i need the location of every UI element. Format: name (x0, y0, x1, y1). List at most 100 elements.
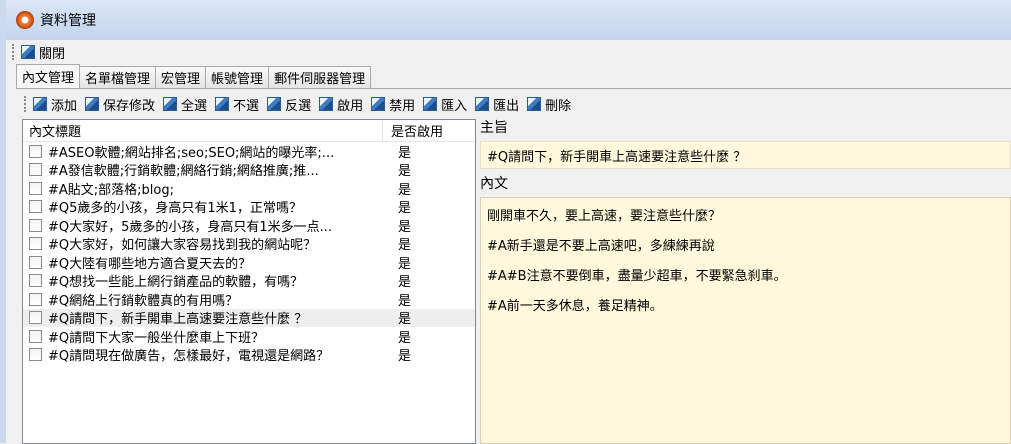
column-header-enabled[interactable]: 是否啟用 (383, 120, 443, 141)
image-icon (163, 97, 178, 111)
row-checkbox[interactable] (29, 237, 42, 251)
tab-label: 名單檔管理 (85, 72, 151, 87)
row-enabled: 是 (398, 275, 412, 291)
row-enabled: 是 (398, 164, 412, 180)
select-all-button[interactable]: 全選 (163, 95, 207, 114)
window-title: 資料管理 (40, 13, 96, 29)
list-item[interactable]: #Q網絡上行銷軟體真的有用嗎？ 是 (23, 290, 475, 309)
close-label: 關閉 (39, 46, 66, 62)
list-item[interactable]: #Q請問下，新手開車上高速要注意些什麼 ？ 是 (23, 308, 475, 328)
add-label: 添加 (51, 98, 78, 114)
tab-list-file-management[interactable]: 名單檔管理 (79, 66, 157, 88)
content-list[interactable]: 內文標題 是否啟用 #ASEO軟體;網站排名;seo;SEO;網站的曝光率;..… (22, 119, 476, 444)
list-item[interactable]: #Q大家好，如何讓大家容易找到我的網站呢？ 是 (23, 235, 475, 254)
body-label: 內文 (480, 176, 508, 192)
subject-field[interactable]: #Q請問下，新手開車上高速要注意些什麼 ？ (480, 141, 1011, 169)
toolbar-grip[interactable] (12, 44, 15, 60)
row-checkbox[interactable] (29, 218, 42, 232)
tab-account-management[interactable]: 帳號管理 (205, 66, 270, 88)
row-title: #Q請問現在做廣告，怎樣最好，電視還是網路？ (48, 349, 330, 365)
add-button[interactable]: 添加 (33, 95, 77, 114)
row-enabled: 是 (398, 182, 412, 198)
image-icon (319, 97, 334, 111)
body-textarea[interactable]: 剛開車不久，要上高速，要注意些什麼？ #A新手還是不要上高速吧，多練練再說 #A#B… (480, 197, 1011, 444)
deselect-button[interactable]: 不選 (215, 95, 259, 114)
row-enabled: 是 (398, 330, 412, 346)
row-checkbox[interactable] (29, 348, 42, 362)
row-enabled: 是 (398, 349, 412, 365)
row-checkbox[interactable] (29, 181, 42, 195)
tab-macro-management[interactable]: 宏管理 (155, 66, 207, 88)
tab-mail-server-management[interactable]: 郵件伺服器管理 (268, 66, 372, 88)
column-header-title[interactable]: 內文標題 (23, 120, 383, 141)
row-title: #Q請問下，新手開車上高速要注意些什麼 ？ (48, 312, 308, 328)
row-enabled: 是 (398, 256, 412, 272)
list-header: 內文標題 是否啟用 (23, 120, 475, 142)
row-enabled: 是 (398, 293, 412, 309)
row-checkbox[interactable] (29, 255, 42, 269)
list-item[interactable]: #Q大陸有哪些地方適合夏天去的？ 是 (23, 253, 475, 272)
image-icon (215, 97, 230, 111)
row-checkbox[interactable] (29, 163, 42, 177)
list-item[interactable]: #Q請問現在做廣告，怎樣最好，電視還是網路？ 是 (23, 346, 475, 365)
image-icon (475, 97, 490, 111)
enable-label: 啟用 (337, 98, 364, 114)
invert-selection-button[interactable]: 反選 (267, 95, 311, 114)
body-line: 剛開車不久，要上高速，要注意些什麼？ (487, 208, 722, 224)
save-button[interactable]: 保存修改 (85, 95, 155, 114)
menu-toolbar: 關閉 (6, 40, 1011, 64)
import-button[interactable]: 匯入 (423, 95, 467, 114)
row-enabled: 是 (398, 312, 412, 328)
row-checkbox[interactable] (29, 329, 42, 343)
content-management-panel: 添加 保存修改 全選 不選 反選 啟用 禁用 匯入 匯出 刪除 內文標題 是否啟… (16, 88, 1011, 444)
row-checkbox[interactable] (29, 200, 42, 214)
body-line: #A前一天多休息，養足精神。 (487, 298, 663, 314)
tab-label: 內文管理 (22, 71, 75, 86)
title-bar: 資料管理 (6, 0, 1011, 40)
toolbar-grip[interactable] (24, 96, 27, 112)
row-title: #ASEO軟體;網站排名;seo;SEO;網站的曝光率;... (48, 145, 335, 161)
delete-label: 刪除 (545, 98, 572, 114)
subject-label: 主旨 (480, 120, 508, 136)
export-button[interactable]: 匯出 (475, 95, 519, 114)
list-item[interactable]: #Q5歲多的小孩，身高只有1米1，正常嗎？ 是 (23, 198, 475, 217)
gear-flower-icon (16, 11, 34, 29)
row-title: #Q5歲多的小孩，身高只有1米1，正常嗎？ (48, 201, 302, 217)
tab-label: 帳號管理 (211, 72, 264, 87)
select-all-label: 全選 (181, 98, 208, 114)
row-checkbox[interactable] (29, 311, 42, 325)
image-icon (267, 97, 282, 111)
list-item[interactable]: #A發信軟體;行銷軟體;網絡行銷;網絡推廣;推... 是 (23, 161, 475, 180)
enable-button[interactable]: 啟用 (319, 95, 363, 114)
row-title: #Q大家好，如何讓大家容易找到我的網站呢？ (48, 238, 317, 254)
row-checkbox[interactable] (29, 274, 42, 288)
row-title: #Q網絡上行銷軟體真的有用嗎？ (48, 293, 239, 309)
list-item[interactable]: #A貼文;部落格;blog; 是 (23, 179, 475, 198)
row-checkbox[interactable] (29, 292, 42, 306)
row-enabled: 是 (398, 145, 412, 161)
tab-label: 郵件伺服器管理 (274, 72, 366, 87)
row-checkbox[interactable] (29, 144, 42, 158)
data-management-window: 資料管理 關閉 內文管理 名單檔管理 宏管理 帳號管理 郵件伺服器管理 添加 保… (0, 0, 1011, 444)
list-item[interactable]: #ASEO軟體;網站排名;seo;SEO;網站的曝光率;... 是 (23, 142, 475, 161)
export-label: 匯出 (493, 98, 520, 114)
list-rows: #ASEO軟體;網站排名;seo;SEO;網站的曝光率;... 是 #A發信軟體;行… (23, 142, 475, 364)
image-icon (85, 97, 100, 111)
list-item[interactable]: #Q想找一些能上網行銷產品的軟體，有嗎？ 是 (23, 272, 475, 291)
row-title: #A發信軟體;行銷軟體;網絡行銷;網絡推廣;推... (48, 164, 319, 180)
row-title: #Q想找一些能上網行銷產品的軟體，有嗎？ (48, 275, 304, 291)
tab-content-management[interactable]: 內文管理 (16, 64, 81, 88)
close-button[interactable]: 關閉 (21, 43, 65, 62)
save-label: 保存修改 (103, 98, 156, 114)
body-line: #A新手還是不要上高速吧，多練練再說 (487, 238, 715, 254)
list-item[interactable]: #Q請問下大家一般坐什麼車上下班？ 是 (23, 327, 475, 346)
disable-label: 禁用 (389, 98, 416, 114)
disable-button[interactable]: 禁用 (371, 95, 415, 114)
delete-button[interactable]: 刪除 (527, 95, 571, 114)
list-item[interactable]: #Q大家好，5歲多的小孩，身高只有1米多一点... 是 (23, 216, 475, 235)
row-title: #Q請問下大家一般坐什麼車上下班？ (48, 330, 265, 346)
image-icon (21, 45, 35, 59)
row-enabled: 是 (398, 238, 412, 254)
row-enabled: 是 (398, 201, 412, 217)
invert-label: 反選 (285, 98, 312, 114)
